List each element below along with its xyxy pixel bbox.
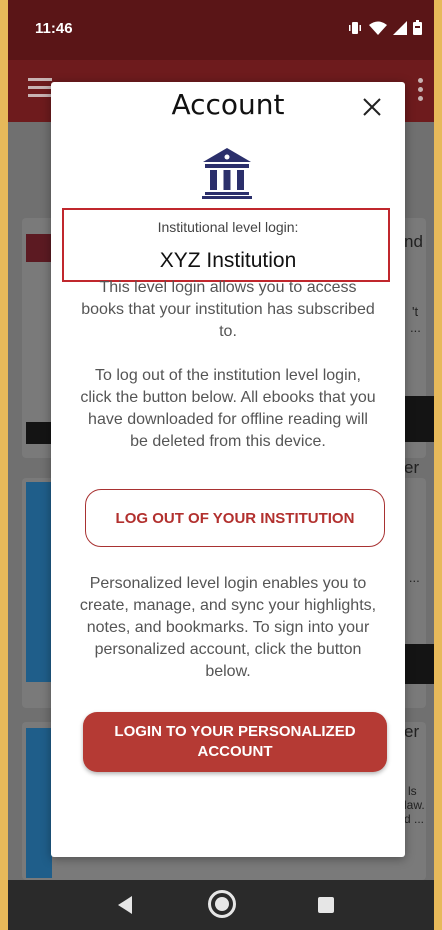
background-cover: [26, 482, 52, 682]
background-snippet: ...: [410, 320, 421, 335]
back-icon[interactable]: [118, 896, 132, 914]
battery-icon: [413, 20, 422, 40]
close-icon[interactable]: [359, 94, 385, 120]
background-cover: [26, 728, 52, 878]
logout-institution-button[interactable]: LOG OUT OF YOUR INSTITUTION: [85, 489, 385, 547]
institution-description: This level login allows you to access bo…: [81, 279, 375, 340]
login-personalized-button[interactable]: LOGIN TO YOUR PERSONALIZED ACCOUNT: [83, 712, 387, 772]
institution-name: XYZ Institution: [159, 249, 297, 272]
system-nav-bar: [8, 880, 434, 930]
dialog-title: Account: [171, 88, 285, 121]
menu-icon[interactable]: [28, 78, 52, 102]
background-snippet: 't: [412, 304, 419, 319]
background-block: [26, 422, 52, 444]
background-block: [26, 234, 52, 262]
signal-icon: [393, 20, 407, 40]
status-bar: 11:46: [8, 0, 434, 60]
background-snippet: d ...: [404, 812, 425, 826]
background-snippet: law.: [404, 798, 425, 812]
account-dialog: Account Institutional level login: XYZ I…: [51, 82, 405, 857]
background-button: [403, 396, 434, 442]
background-snippet: er: [404, 458, 420, 477]
status-icons: [347, 20, 422, 40]
phone-screen: 11:46 nd 't ... er n ... er ls law. d ..…: [8, 0, 434, 930]
personalized-info-text: Personalized level login enables you to …: [79, 575, 377, 680]
vibrate-icon: [347, 21, 363, 40]
wifi-icon: [369, 21, 387, 40]
background-button: [403, 644, 434, 684]
status-time: 11:46: [35, 20, 73, 37]
logout-info-text: To log out of the institution level logi…: [80, 367, 376, 450]
more-vert-icon[interactable]: [418, 78, 424, 105]
background-snippet: nd: [404, 232, 423, 251]
recents-icon[interactable]: [318, 897, 334, 913]
background-snippet: er: [404, 722, 420, 741]
institution-label: Institutional level login:: [157, 219, 299, 235]
institution-icon: [201, 146, 253, 200]
background-snippet: ls: [408, 784, 417, 798]
home-icon[interactable]: [208, 890, 236, 918]
